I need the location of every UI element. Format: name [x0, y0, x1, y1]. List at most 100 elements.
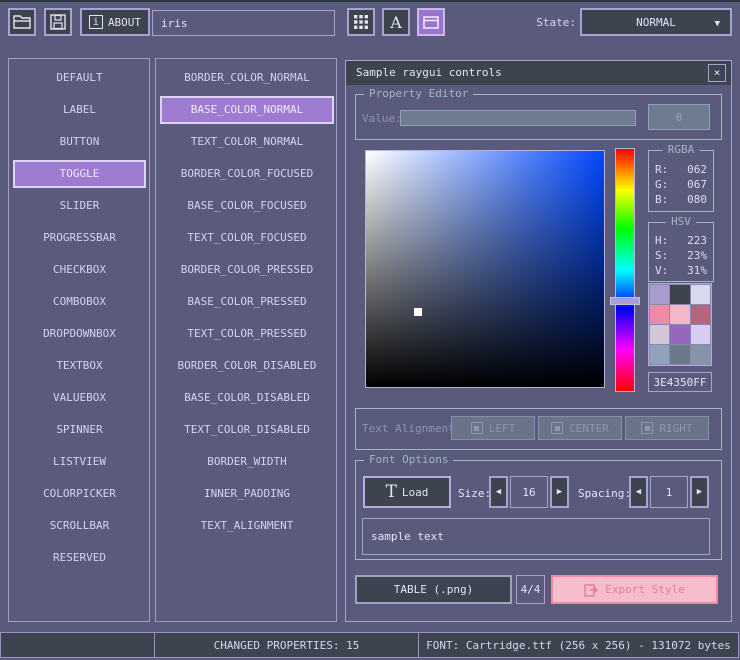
spacing-increase-button[interactable]: ▶	[690, 476, 709, 508]
close-icon[interactable]: ×	[708, 64, 726, 82]
control-item-checkbox[interactable]: CHECKBOX	[13, 256, 146, 284]
arrow-right-icon: ▶	[557, 487, 562, 497]
property-item-border-color-focused[interactable]: BORDER_COLOR_FOCUSED	[160, 160, 334, 188]
v-value: 31%	[687, 263, 707, 278]
hue-slider-handle[interactable]	[610, 297, 640, 305]
floppy-disk-icon	[50, 14, 66, 30]
about-button[interactable]: i ABOUT	[80, 8, 150, 36]
palette-swatch[interactable]	[670, 285, 689, 304]
hsv-group: HSV H:223 S:23% V:31%	[648, 222, 714, 282]
control-item-toggle[interactable]: TOGGLE	[13, 160, 146, 188]
load-font-label: Load	[402, 486, 429, 499]
style-name-input[interactable]	[152, 10, 335, 36]
b-value: 080	[687, 192, 707, 207]
align-left-label: LEFT	[489, 422, 516, 435]
control-item-valuebox[interactable]: VALUEBOX	[13, 384, 146, 412]
palette-swatch[interactable]	[650, 285, 669, 304]
align-right-button: RIGHT	[625, 416, 709, 440]
window-top-edge	[0, 0, 740, 2]
load-font-button[interactable]: T Load	[363, 476, 451, 508]
hex-color-textbox[interactable]: 3E4350FF	[648, 372, 712, 392]
property-item-border-color-pressed[interactable]: BORDER_COLOR_PRESSED	[160, 256, 334, 284]
property-item-base-color-normal[interactable]: BASE_COLOR_NORMAL	[160, 96, 334, 124]
s-label: S:	[655, 248, 668, 263]
palette-swatch[interactable]	[670, 305, 689, 324]
control-item-listview[interactable]: LISTVIEW	[13, 448, 146, 476]
style-table-view-button[interactable]	[347, 8, 375, 36]
color-picker-cursor[interactable]	[414, 308, 422, 316]
control-item-dropdownbox[interactable]: DROPDOWNBOX	[13, 320, 146, 348]
state-dropdown[interactable]: NORMAL ▼	[580, 8, 732, 36]
save-file-button[interactable]	[44, 8, 72, 36]
hue-slider[interactable]	[615, 148, 635, 392]
r-label: R:	[655, 162, 668, 177]
property-item-inner-padding[interactable]: INNER_PADDING	[160, 480, 334, 508]
control-item-progressbar[interactable]: PROGRESSBAR	[13, 224, 146, 252]
g-label: G:	[655, 177, 668, 192]
property-item-text-color-focused[interactable]: TEXT_COLOR_FOCUSED	[160, 224, 334, 252]
property-item-text-alignment[interactable]: TEXT_ALIGNMENT	[160, 512, 334, 540]
property-item-base-color-focused[interactable]: BASE_COLOR_FOCUSED	[160, 192, 334, 220]
control-item-label[interactable]: LABEL	[13, 96, 146, 124]
palette-swatch[interactable]	[691, 305, 710, 324]
control-item-button[interactable]: BUTTON	[13, 128, 146, 156]
property-item-border-color-disabled[interactable]: BORDER_COLOR_DISABLED	[160, 352, 334, 380]
property-item-base-color-disabled[interactable]: BASE_COLOR_DISABLED	[160, 384, 334, 412]
size-value-box[interactable]: 16	[510, 476, 548, 508]
arrow-right-icon: ▶	[697, 487, 702, 497]
open-file-button[interactable]	[8, 8, 36, 36]
control-item-textbox[interactable]: TEXTBOX	[13, 352, 146, 380]
export-format-button[interactable]: TABLE (.png)	[355, 575, 512, 604]
size-decrease-button[interactable]: ◀	[489, 476, 508, 508]
palette-swatch[interactable]	[691, 285, 710, 304]
palette-swatch[interactable]	[691, 325, 710, 344]
palette-swatch[interactable]	[670, 345, 689, 364]
controls-view-button[interactable]	[417, 8, 445, 36]
align-left-button: LEFT	[451, 416, 535, 440]
h-value: 223	[687, 233, 707, 248]
property-item-text-color-normal[interactable]: TEXT_COLOR_NORMAL	[160, 128, 334, 156]
control-item-combobox[interactable]: COMBOBOX	[13, 288, 146, 316]
palette-swatch[interactable]	[691, 345, 710, 364]
spacing-decrease-button[interactable]: ◀	[629, 476, 648, 508]
property-item-text-color-pressed[interactable]: TEXT_COLOR_PRESSED	[160, 320, 334, 348]
export-style-label: Export Style	[605, 583, 684, 596]
palette-swatch[interactable]	[650, 305, 669, 324]
state-label: State:	[528, 16, 576, 29]
color-picker-area[interactable]	[365, 150, 605, 388]
controls-list-panel: DEFAULT LABEL BUTTON TOGGLE SLIDER PROGR…	[8, 58, 150, 622]
export-icon	[584, 583, 598, 597]
control-item-default[interactable]: DEFAULT	[13, 64, 146, 92]
sample-text-box[interactable]: sample text	[362, 518, 710, 555]
property-item-base-color-pressed[interactable]: BASE_COLOR_PRESSED	[160, 288, 334, 316]
property-editor-title: Property Editor	[364, 87, 473, 100]
align-center-icon	[551, 422, 563, 434]
spacing-value-box[interactable]: 1	[650, 476, 688, 508]
palette-swatch[interactable]	[650, 325, 669, 344]
window-titlebar[interactable]: Sample raygui controls ×	[346, 61, 731, 85]
size-increase-button[interactable]: ▶	[550, 476, 569, 508]
spacing-label: Spacing:	[578, 487, 631, 500]
status-segment-empty	[0, 632, 155, 658]
style-color-palette	[648, 283, 712, 366]
property-item-border-width[interactable]: BORDER_WIDTH	[160, 448, 334, 476]
control-item-spinner[interactable]: SPINNER	[13, 416, 146, 444]
control-item-scrollbar[interactable]: SCROLLBAR	[13, 512, 146, 540]
control-item-colorpicker[interactable]: COLORPICKER	[13, 480, 146, 508]
control-item-slider[interactable]: SLIDER	[13, 192, 146, 220]
property-item-border-color-normal[interactable]: BORDER_COLOR_NORMAL	[160, 64, 334, 92]
value-label: Value:	[362, 112, 402, 125]
font-view-button[interactable]: A	[382, 8, 410, 36]
font-options-title: Font Options	[364, 453, 453, 466]
control-item-reserved[interactable]: RESERVED	[13, 544, 146, 572]
palette-swatch[interactable]	[650, 345, 669, 364]
arrow-left-icon: ◀	[496, 487, 501, 497]
g-value: 067	[687, 177, 707, 192]
align-left-icon	[471, 422, 483, 434]
rgba-group: RGBA R:062 G:067 B:080	[648, 150, 714, 212]
export-style-button[interactable]: Export Style	[551, 575, 718, 604]
palette-swatch[interactable]	[670, 325, 689, 344]
changed-properties-status: CHANGED PROPERTIES: 15	[154, 632, 419, 658]
property-item-text-color-disabled[interactable]: TEXT_COLOR_DISABLED	[160, 416, 334, 444]
hsv-title: HSV	[666, 215, 696, 228]
